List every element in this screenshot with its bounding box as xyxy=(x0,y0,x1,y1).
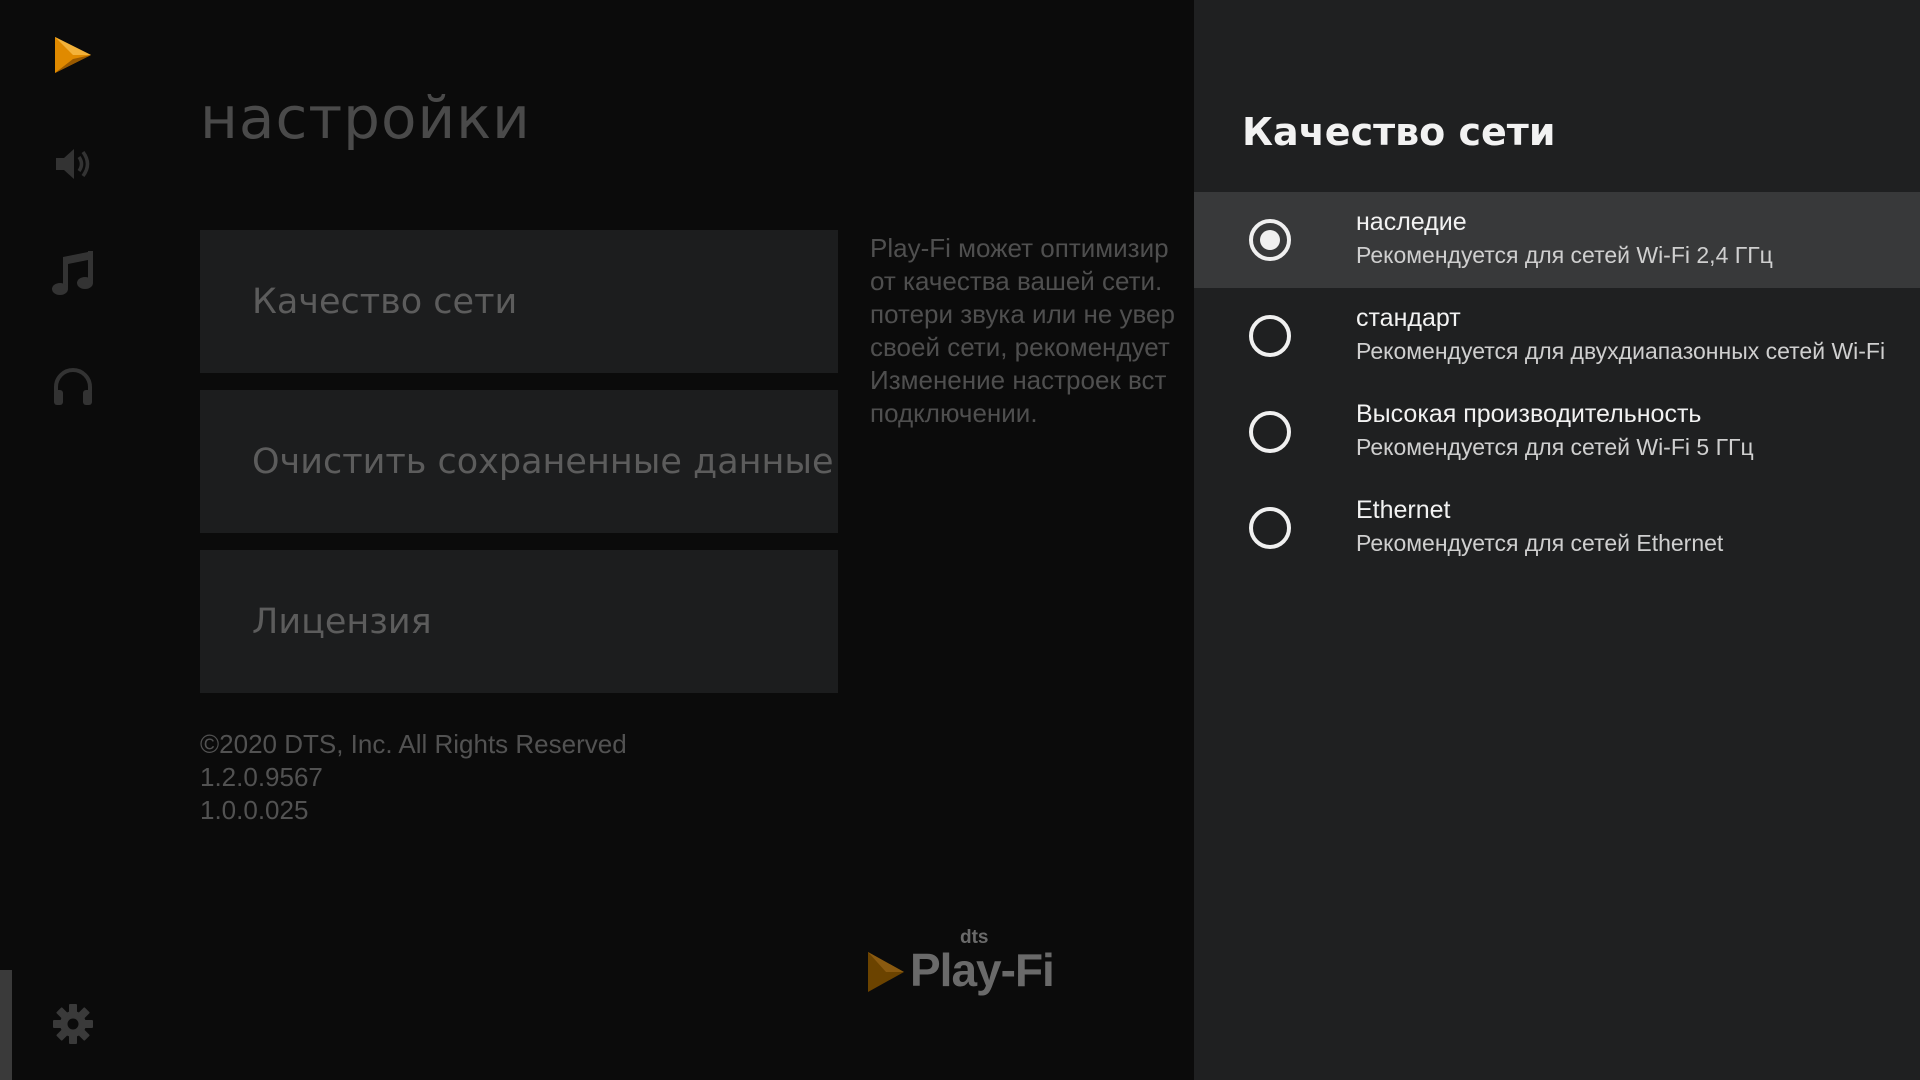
app-info: ©2020 DTS, Inc. All Rights Reserved 1.2.… xyxy=(200,728,627,827)
nav-rail xyxy=(0,0,145,1080)
option-standard[interactable]: стандарт Рекомендуется для двухдиапазонн… xyxy=(1194,288,1920,384)
menu-item-label: Лицензия xyxy=(252,601,432,642)
brand-name: Play-Fi xyxy=(910,944,1055,996)
option-subtitle: Рекомендуется для сетей Wi-Fi 2,4 ГГц xyxy=(1356,242,1773,268)
playfi-logo-icon xyxy=(54,37,91,73)
nav-item-music[interactable] xyxy=(0,234,145,314)
option-subtitle: Рекомендуется для сетей Wi-Fi 5 ГГц xyxy=(1356,434,1754,460)
music-note-icon xyxy=(51,251,93,295)
menu-item-license[interactable]: Лицензия xyxy=(200,550,838,693)
radio-unselected-icon[interactable] xyxy=(1249,411,1291,453)
radio-selected-icon[interactable] xyxy=(1249,219,1291,261)
option-legacy[interactable]: наследие Рекомендуется для сетей Wi-Fi 2… xyxy=(1194,192,1920,288)
option-title: стандарт xyxy=(1356,304,1461,332)
network-quality-description: Play-Fi может оптимизир от качества ваше… xyxy=(870,233,1175,428)
nav-item-headphones[interactable] xyxy=(0,346,145,426)
option-title: наследие xyxy=(1356,208,1467,236)
version-text: 1.2.0.9567 xyxy=(200,762,323,792)
version-text: 1.0.0.025 xyxy=(200,795,309,825)
option-title: Высокая производительность xyxy=(1356,400,1702,428)
menu-item-clear-data[interactable]: Очистить сохраненные данные xyxy=(200,390,838,533)
option-subtitle: Рекомендуется для двухдиапазонных сетей … xyxy=(1356,338,1886,364)
nav-item-speakers[interactable] xyxy=(0,124,145,204)
option-ethernet[interactable]: Ethernet Рекомендуется для сетей Etherne… xyxy=(1194,480,1920,576)
playfi-logo-icon xyxy=(868,952,904,992)
gear-icon xyxy=(52,1004,93,1044)
option-subtitle: Рекомендуется для сетей Ethernet xyxy=(1356,530,1724,556)
dts-playfi-logo: dts Play-Fi xyxy=(866,928,1055,996)
copyright-text: ©2020 DTS, Inc. All Rights Reserved xyxy=(200,729,627,759)
menu-item-label: Очистить сохраненные данные xyxy=(252,441,834,482)
option-title: Ethernet xyxy=(1356,496,1451,524)
radio-unselected-icon[interactable] xyxy=(1249,315,1291,357)
speaker-volume-icon xyxy=(55,149,89,179)
headphones-icon xyxy=(53,368,92,405)
network-quality-panel: Качество сети наследие Рекомендуется для… xyxy=(1194,0,1920,1080)
radio-unselected-icon[interactable] xyxy=(1249,507,1291,549)
page-title: настройки xyxy=(200,84,531,152)
nav-item-settings[interactable] xyxy=(0,984,145,1064)
menu-item-label: Качество сети xyxy=(252,281,518,322)
nav-item-home[interactable] xyxy=(0,15,145,95)
option-high-performance[interactable]: Высокая производительность Рекомендуется… xyxy=(1194,384,1920,480)
menu-item-network-quality[interactable]: Качество сети xyxy=(200,230,838,373)
panel-title: Качество сети xyxy=(1242,110,1556,154)
